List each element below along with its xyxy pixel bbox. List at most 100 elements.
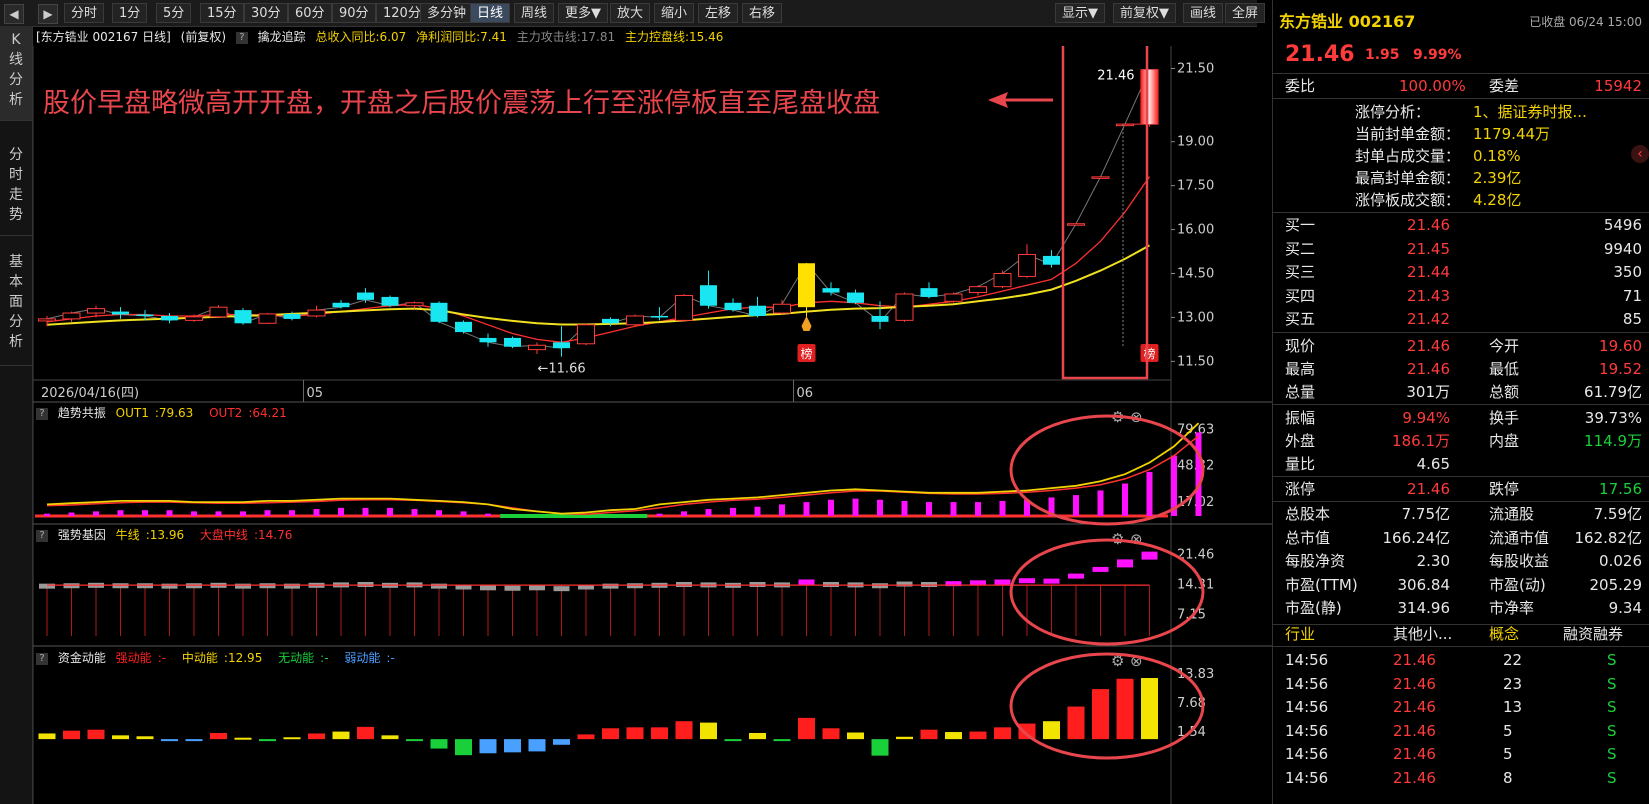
candle-body bbox=[234, 310, 252, 324]
candle-body bbox=[871, 315, 889, 322]
divider bbox=[1273, 404, 1649, 405]
candle-body bbox=[504, 337, 521, 347]
trade-volume: 8 bbox=[1503, 768, 1513, 787]
fullscreen-button[interactable]: 全屏 bbox=[1225, 3, 1266, 23]
stat-value: 9.94% bbox=[1402, 409, 1450, 427]
fund-value: 314.96 bbox=[1397, 599, 1451, 617]
period-button-1min[interactable]: 1分 bbox=[112, 3, 148, 23]
tab-kline-analysis[interactable]: K线分析 bbox=[0, 26, 32, 121]
fund-bar bbox=[994, 727, 1011, 740]
period-button-weekly[interactable]: 周线 bbox=[514, 3, 555, 23]
osc-bar bbox=[926, 502, 932, 516]
last-price: 21.46 bbox=[1285, 42, 1355, 67]
stat-row: 振幅 9.94% 换手 39.73% bbox=[1273, 406, 1649, 430]
zoom-out-button[interactable]: 缩小 bbox=[654, 3, 695, 23]
weibi-value: 100.00% bbox=[1399, 77, 1466, 95]
fund-bar bbox=[920, 729, 938, 740]
candle-body bbox=[1067, 223, 1085, 226]
next-nav-button[interactable]: ▶ bbox=[38, 4, 58, 24]
osc-bar bbox=[411, 509, 418, 516]
osc-bar bbox=[1073, 495, 1079, 516]
quote-value: 19.52 bbox=[1599, 360, 1642, 378]
draw-button[interactable]: 画线 bbox=[1183, 3, 1224, 23]
limit-up-candle bbox=[1141, 69, 1158, 125]
bid-price: 21.46 bbox=[1407, 216, 1450, 234]
trade-side: S bbox=[1607, 651, 1617, 669]
bid-price: 21.44 bbox=[1407, 263, 1450, 281]
trade-price: 21.46 bbox=[1393, 674, 1436, 693]
period-button-daily[interactable]: 日线 bbox=[470, 3, 511, 23]
trade-price: 21.46 bbox=[1393, 698, 1436, 716]
bid-row: 买一 21.46 5496 bbox=[1273, 213, 1649, 237]
weicha-label: 委差 bbox=[1489, 77, 1520, 95]
candle-body bbox=[847, 292, 864, 303]
margin-tab[interactable]: 融资融券 bbox=[1563, 622, 1623, 646]
candle-body bbox=[626, 315, 644, 326]
help-icon[interactable]: ? bbox=[235, 31, 248, 44]
fund-value: 166.24亿 bbox=[1382, 528, 1451, 547]
concept-tab[interactable]: 概念 bbox=[1489, 622, 1519, 646]
fund-bar bbox=[455, 739, 472, 756]
gene-bar bbox=[112, 583, 129, 589]
zoom-in-button[interactable]: 放大 bbox=[610, 3, 651, 23]
candle-body bbox=[161, 315, 178, 321]
candle-body bbox=[1043, 255, 1060, 265]
candle-body bbox=[895, 293, 914, 321]
trade-row: 14:56 21.46 8 S bbox=[1273, 766, 1649, 790]
fund-bar bbox=[308, 733, 325, 740]
fund-label: 流通市值 bbox=[1489, 528, 1550, 547]
highlight-circle bbox=[1009, 538, 1205, 646]
fund-value: 205.29 bbox=[1589, 575, 1643, 594]
period-button-5min[interactable]: 5分 bbox=[156, 3, 192, 23]
period-button-30min[interactable]: 30分 bbox=[244, 3, 288, 23]
fund-bar bbox=[259, 739, 276, 742]
candle-body bbox=[675, 294, 693, 321]
fund-bar bbox=[136, 736, 154, 740]
prev-nav-button[interactable]: ◀ bbox=[4, 4, 24, 24]
period-button-15min[interactable]: 15分 bbox=[200, 3, 244, 23]
osc-bar bbox=[803, 502, 810, 516]
collapse-arrow-icon[interactable]: ‹ bbox=[1631, 145, 1649, 163]
period-button-multi[interactable]: 多分钟 bbox=[420, 3, 474, 23]
fund-bar bbox=[528, 739, 546, 752]
fund-bar bbox=[479, 739, 497, 754]
bid-label: 买一 bbox=[1285, 216, 1316, 234]
bid-price: 21.42 bbox=[1407, 310, 1450, 328]
candle-body bbox=[920, 288, 938, 297]
move-left-button[interactable]: 左移 bbox=[698, 3, 739, 23]
trade-row: 14:56 21.46 22 S bbox=[1273, 648, 1649, 672]
gene-bar bbox=[872, 583, 888, 589]
candle-body bbox=[405, 302, 424, 307]
fund-bar bbox=[773, 739, 791, 742]
limit-up-value: 21.46 bbox=[1407, 480, 1450, 498]
period-button-fenshi[interactable]: 分时 bbox=[64, 3, 105, 23]
candle-body bbox=[993, 273, 1012, 288]
osc-bar bbox=[852, 498, 859, 516]
period-button-60min[interactable]: 60分 bbox=[288, 3, 332, 23]
kline-chart-area[interactable]: 11.50 13.00 14.50 16.00 17.50 19.00 21.50 21.46… bbox=[33, 46, 1272, 804]
tab-intraday-trend[interactable]: 分时走势 bbox=[0, 121, 32, 236]
period-more-dropdown[interactable]: 更多▼ bbox=[558, 3, 608, 23]
view-rail: K线分析 分时走势 基本面分析 bbox=[0, 26, 33, 804]
limit-row-value: 1、据证券时报... bbox=[1473, 103, 1587, 121]
industry-value[interactable]: 其他小... bbox=[1393, 622, 1452, 646]
price-tick-label: 21.50 bbox=[1177, 62, 1214, 77]
gene-bar bbox=[1092, 566, 1109, 572]
fund-bar bbox=[210, 732, 227, 740]
fund-row: 市盈(静) 314.96 市净率 9.34 bbox=[1273, 596, 1649, 620]
osc-bar bbox=[93, 511, 99, 516]
limit-row: 当前封单金额： 1179.44万 bbox=[1273, 122, 1649, 146]
field-control-line: 主力控盘线:15.46 bbox=[624, 30, 724, 44]
gene-bar bbox=[798, 579, 815, 585]
period-button-90min[interactable]: 90分 bbox=[332, 3, 376, 23]
fund-bar bbox=[185, 739, 203, 742]
fund-bar bbox=[675, 721, 693, 740]
tab-fundamental-analysis[interactable]: 基本面分析 bbox=[0, 236, 32, 366]
candle-body bbox=[749, 305, 766, 316]
display-dropdown[interactable]: 显示▼ bbox=[1055, 3, 1105, 23]
move-right-button[interactable]: 右移 bbox=[742, 3, 783, 23]
industry-tab[interactable]: 行业 bbox=[1285, 622, 1315, 646]
stat-row: 量比 4.65 bbox=[1273, 452, 1649, 476]
adjust-dropdown[interactable]: 前复权▼ bbox=[1113, 3, 1176, 23]
trade-volume: 13 bbox=[1503, 698, 1523, 716]
